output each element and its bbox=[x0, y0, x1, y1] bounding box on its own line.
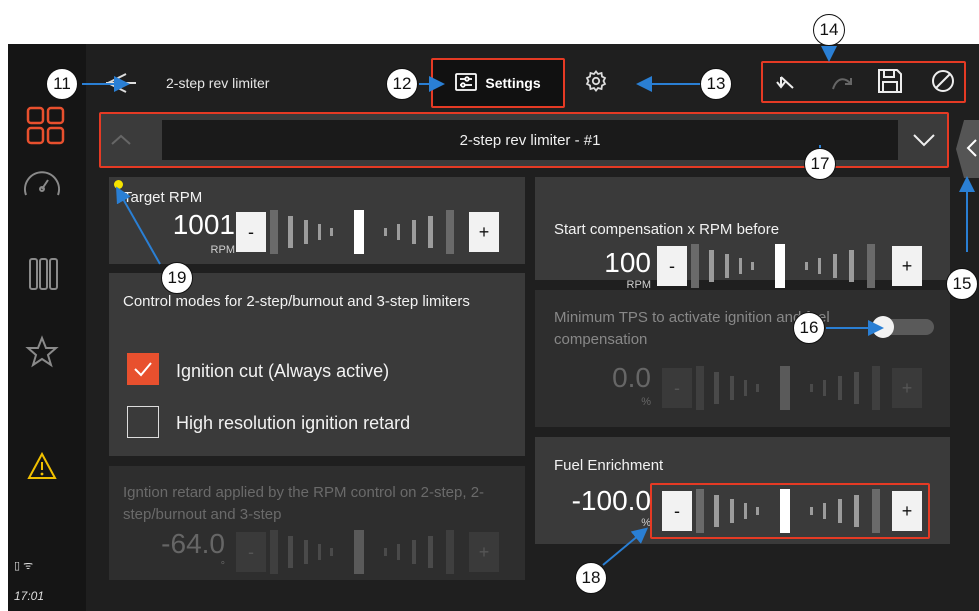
callout-18: 18 bbox=[575, 562, 607, 594]
callout-19: 19 bbox=[161, 262, 193, 294]
callout-12: 12 bbox=[386, 68, 418, 100]
callout-14: 14 bbox=[813, 14, 845, 46]
callout-arrows bbox=[82, 46, 975, 566]
callout-16: 16 bbox=[793, 312, 825, 344]
callout-13: 13 bbox=[700, 68, 732, 100]
callout-15: 15 bbox=[946, 268, 978, 300]
callout-17: 17 bbox=[804, 148, 836, 180]
callout-11: 11 bbox=[46, 68, 78, 100]
